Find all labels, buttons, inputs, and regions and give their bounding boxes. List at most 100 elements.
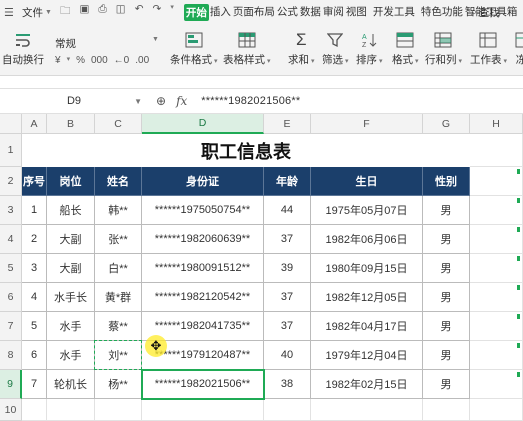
name-box[interactable]: D9 ▼: [4, 91, 144, 111]
table-cell[interactable]: 大副: [47, 254, 95, 283]
table-cell[interactable]: 男: [423, 341, 470, 370]
table-cell[interactable]: 轮机长: [47, 370, 95, 399]
table-cell[interactable]: 1982年04月17日: [311, 312, 423, 341]
grid-cell[interactable]: [470, 167, 523, 196]
grid-cell[interactable]: [470, 399, 523, 421]
sheet-title[interactable]: 职工信息表: [22, 134, 470, 167]
grid-cell[interactable]: [423, 399, 470, 421]
table-cell[interactable]: ******1982060639**: [142, 225, 264, 254]
table-cell[interactable]: 杨**: [95, 370, 142, 399]
filter-button[interactable]: 筛选 ▾: [322, 30, 348, 67]
table-cell[interactable]: 男: [423, 254, 470, 283]
table-cell[interactable]: 3: [22, 254, 47, 283]
open-file-icon[interactable]: 🗀: [60, 3, 71, 21]
row-header[interactable]: 3: [0, 196, 22, 225]
table-cell[interactable]: ******1982021506**: [142, 370, 264, 399]
table-cell[interactable]: 张**: [95, 225, 142, 254]
save-icon[interactable]: ▣: [79, 3, 89, 21]
table-header-cell[interactable]: 岗位: [47, 167, 95, 196]
grid-cell[interactable]: [470, 254, 523, 283]
table-header-cell[interactable]: 年龄: [264, 167, 311, 196]
column-header[interactable]: F: [311, 114, 423, 134]
redo-icon[interactable]: ↷: [153, 3, 162, 21]
print-icon[interactable]: ⎙: [98, 3, 106, 21]
tab-special-features[interactable]: 特色功能: [420, 4, 464, 21]
grid-cell[interactable]: [470, 225, 523, 254]
table-cell[interactable]: 37: [264, 312, 311, 341]
column-header[interactable]: A: [22, 114, 47, 134]
table-cell[interactable]: 白**: [95, 254, 142, 283]
print-preview-icon[interactable]: ◫: [116, 3, 126, 21]
table-cell[interactable]: 37: [264, 225, 311, 254]
table-cell[interactable]: 水手长: [47, 283, 95, 312]
decrease-decimal-icon[interactable]: .00: [135, 55, 149, 66]
row-header[interactable]: 9: [0, 370, 22, 399]
tab-data[interactable]: 数据: [299, 4, 322, 21]
table-cell[interactable]: 5: [22, 312, 47, 341]
row-header[interactable]: 6: [0, 283, 22, 312]
table-cell[interactable]: 男: [423, 225, 470, 254]
table-cell[interactable]: 蔡**: [95, 312, 142, 341]
rows-cols-button[interactable]: 行和列 ▾: [425, 30, 462, 67]
number-format-select[interactable]: 常规: [55, 34, 76, 51]
table-cell[interactable]: 1979年12月04日: [311, 341, 423, 370]
table-cell[interactable]: 39: [264, 254, 311, 283]
auto-wrap-button[interactable]: 自动换行: [2, 30, 44, 67]
table-cell[interactable]: 7: [22, 370, 47, 399]
format-button[interactable]: 格式 ▾: [392, 30, 418, 67]
table-header-cell[interactable]: 序号: [22, 167, 47, 196]
table-cell[interactable]: 刘**: [95, 341, 142, 370]
table-cell[interactable]: 44: [264, 196, 311, 225]
table-cell[interactable]: 水手: [47, 341, 95, 370]
grid-cell[interactable]: [142, 399, 264, 421]
select-all-corner[interactable]: [0, 114, 22, 134]
table-cell[interactable]: 40: [264, 341, 311, 370]
table-cell[interactable]: 6: [22, 341, 47, 370]
table-header-cell[interactable]: 姓名: [95, 167, 142, 196]
table-cell[interactable]: 4: [22, 283, 47, 312]
table-cell[interactable]: ******1982120542**: [142, 283, 264, 312]
zoom-icon[interactable]: ⊕: [156, 94, 166, 108]
column-header[interactable]: H: [470, 114, 523, 134]
row-header[interactable]: 2: [0, 167, 22, 196]
table-header-cell[interactable]: 生日: [311, 167, 423, 196]
table-cell[interactable]: ******1980091512**: [142, 254, 264, 283]
row-header[interactable]: 1: [0, 134, 22, 167]
grid-cell[interactable]: [47, 399, 95, 421]
table-cell[interactable]: 水手: [47, 312, 95, 341]
table-header-cell[interactable]: 性别: [423, 167, 470, 196]
grid-cell[interactable]: [470, 370, 523, 399]
table-cell[interactable]: 大副: [47, 225, 95, 254]
chevron-down-icon[interactable]: ▼: [134, 97, 142, 106]
percent-icon[interactable]: %: [76, 55, 85, 66]
table-cell[interactable]: 2: [22, 225, 47, 254]
column-header[interactable]: C: [95, 114, 142, 134]
row-header[interactable]: 8: [0, 341, 22, 370]
row-header[interactable]: 7: [0, 312, 22, 341]
tab-insert[interactable]: 插入: [209, 4, 232, 21]
grid-cell[interactable]: [95, 399, 142, 421]
undo-icon[interactable]: ↶: [135, 3, 144, 21]
tab-page-layout[interactable]: 页面布局: [232, 4, 276, 21]
conditional-format-button[interactable]: 条件格式 ▾: [170, 30, 217, 67]
table-cell[interactable]: 38: [264, 370, 311, 399]
row-header[interactable]: 4: [0, 225, 22, 254]
column-header[interactable]: E: [264, 114, 311, 134]
table-cell[interactable]: 1982年12月05日: [311, 283, 423, 312]
grid-cell[interactable]: [470, 196, 523, 225]
currency-icon[interactable]: ¥: [55, 55, 61, 66]
row-header[interactable]: 10: [0, 399, 22, 421]
table-cell[interactable]: 韩**: [95, 196, 142, 225]
grid-cell[interactable]: [22, 399, 47, 421]
sort-button[interactable]: AZ 排序 ▾: [356, 30, 382, 67]
tab-view[interactable]: 视图: [345, 4, 368, 21]
column-header[interactable]: D: [142, 114, 264, 134]
table-cell[interactable]: 1982年02月15日: [311, 370, 423, 399]
table-cell[interactable]: 男: [423, 196, 470, 225]
table-cell[interactable]: 1982年06月06日: [311, 225, 423, 254]
hamburger-icon[interactable]: ☰: [4, 6, 16, 19]
tab-developer[interactable]: 开发工具: [372, 4, 416, 21]
increase-decimal-icon[interactable]: ←0: [114, 55, 130, 66]
function-icon[interactable]: fx: [176, 94, 187, 108]
table-style-button[interactable]: 表格样式 ▾: [223, 30, 270, 67]
